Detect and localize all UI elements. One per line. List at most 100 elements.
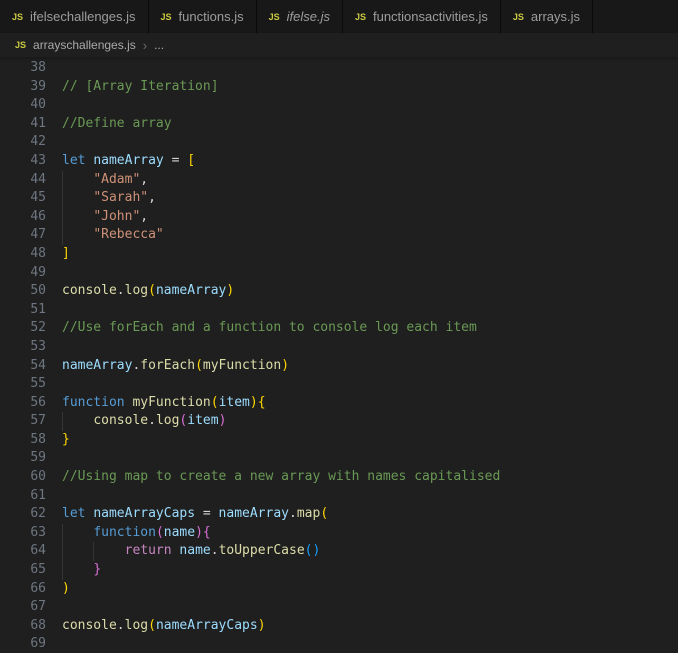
code-token: toUpperCase bbox=[218, 543, 305, 559]
code-line: 48] bbox=[0, 245, 678, 264]
code-content[interactable] bbox=[62, 487, 678, 506]
line-number[interactable]: 40 bbox=[0, 96, 46, 115]
line-number[interactable]: 65 bbox=[0, 561, 46, 580]
code-token: nameArray bbox=[218, 506, 289, 522]
code-content[interactable]: //Using map to create a new array with n… bbox=[62, 468, 678, 487]
line-number[interactable]: 59 bbox=[0, 449, 46, 468]
line-number[interactable]: 67 bbox=[0, 598, 46, 617]
code-content[interactable]: } bbox=[62, 431, 678, 450]
tab-functions.js[interactable]: JS functions.js bbox=[148, 0, 257, 33]
line-number[interactable]: 54 bbox=[0, 357, 46, 376]
code-line: 52 //Use forEach and a function to consol… bbox=[0, 319, 678, 338]
code-content[interactable]: nameArray.forEach(myFunction) bbox=[62, 357, 678, 376]
code-content[interactable]: "Adam", bbox=[62, 170, 678, 190]
code-content[interactable]: // [Array Iteration] bbox=[62, 78, 678, 97]
code-line: 42 bbox=[0, 133, 678, 152]
code-content[interactable]: console.log(nameArrayCaps) bbox=[62, 617, 678, 636]
line-number[interactable]: 61 bbox=[0, 487, 46, 506]
line-number[interactable]: 50 bbox=[0, 282, 46, 301]
line-number[interactable]: 47 bbox=[0, 226, 46, 245]
code-content[interactable]: //Use forEach and a function to console … bbox=[62, 319, 678, 338]
line-number[interactable]: 58 bbox=[0, 431, 46, 450]
code-token: ( bbox=[148, 283, 156, 299]
code-content[interactable]: "Sarah", bbox=[62, 189, 678, 208]
line-number[interactable]: 53 bbox=[0, 338, 46, 357]
line-number[interactable]: 52 bbox=[0, 319, 46, 338]
code-content[interactable]: } bbox=[62, 561, 678, 580]
line-number[interactable]: 42 bbox=[0, 133, 46, 152]
code-content[interactable]: console.log(nameArray) bbox=[62, 282, 678, 301]
code-content[interactable] bbox=[62, 375, 678, 394]
code-content[interactable] bbox=[62, 301, 678, 320]
code-content[interactable] bbox=[62, 133, 678, 152]
code-token: nameArrayCaps bbox=[93, 506, 196, 522]
code-line: 39 // [Array Iteration] bbox=[0, 78, 678, 97]
code-content[interactable]: return name.toUpperCase() bbox=[62, 542, 678, 562]
code-content[interactable]: ] bbox=[62, 245, 678, 264]
code-token: function bbox=[62, 394, 133, 410]
code-content[interactable]: ) bbox=[62, 580, 678, 599]
code-content[interactable] bbox=[62, 449, 678, 468]
code-content[interactable]: function(name){ bbox=[62, 523, 678, 543]
code-content[interactable] bbox=[62, 598, 678, 617]
code-line: 63 function(name){ bbox=[0, 523, 678, 543]
line-number[interactable]: 56 bbox=[0, 394, 46, 413]
indent-guide bbox=[62, 412, 63, 431]
line-number[interactable]: 51 bbox=[0, 301, 46, 320]
line-number[interactable]: 55 bbox=[0, 375, 46, 394]
line-number[interactable]: 63 bbox=[0, 524, 46, 543]
line-number[interactable]: 57 bbox=[0, 412, 46, 431]
tab-arrays.js[interactable]: JS arrays.js bbox=[500, 0, 594, 33]
indent-guide bbox=[62, 523, 63, 543]
line-number[interactable]: 68 bbox=[0, 617, 46, 636]
code-content[interactable]: //Define array bbox=[62, 115, 678, 134]
line-number[interactable]: 62 bbox=[0, 505, 46, 524]
code-line: 55 bbox=[0, 375, 678, 394]
breadcrumb-file[interactable]: arrayschallenges.js bbox=[33, 38, 136, 52]
code-token: . bbox=[116, 283, 125, 299]
code-content[interactable] bbox=[62, 264, 678, 283]
code-content[interactable]: let nameArray = [ bbox=[62, 152, 678, 171]
line-number[interactable]: 39 bbox=[0, 78, 46, 97]
code-token: name bbox=[179, 543, 211, 559]
line-number[interactable]: 45 bbox=[0, 189, 46, 208]
code-content[interactable]: function myFunction(item){ bbox=[62, 394, 678, 413]
tab-ifelsechallenges.js[interactable]: JS ifelsechallenges.js bbox=[0, 0, 149, 33]
code-content[interactable]: console.log(item) bbox=[62, 412, 678, 431]
line-number[interactable]: 66 bbox=[0, 580, 46, 599]
tab-ifelse.js[interactable]: JS ifelse.js bbox=[256, 0, 343, 33]
code-token: nameArrayCaps bbox=[155, 617, 258, 633]
line-number[interactable]: 46 bbox=[0, 208, 46, 227]
code-token: //Define array bbox=[62, 115, 172, 131]
line-number[interactable]: 64 bbox=[0, 542, 46, 561]
line-number[interactable]: 49 bbox=[0, 264, 46, 283]
code-content[interactable]: "John", bbox=[62, 207, 678, 227]
line-number[interactable]: 41 bbox=[0, 115, 46, 134]
indent-guide bbox=[62, 207, 63, 227]
code-token: item bbox=[187, 413, 219, 429]
vscode-window: JS ifelsechallenges.js JS functions.js JS ife… bbox=[0, 0, 678, 653]
code-editor[interactable]: 38 39 // [Array Iteration] 40 41 //Define arr… bbox=[0, 57, 678, 653]
code-content[interactable] bbox=[62, 96, 678, 115]
code-content[interactable] bbox=[62, 338, 678, 357]
line-number[interactable]: 69 bbox=[0, 635, 46, 653]
code-content[interactable] bbox=[62, 635, 678, 653]
line-number[interactable]: 38 bbox=[0, 59, 46, 78]
code-token: let bbox=[62, 506, 94, 522]
code-content[interactable] bbox=[62, 59, 678, 78]
code-token: . bbox=[210, 543, 219, 559]
breadcrumb-ellipsis[interactable]: ... bbox=[154, 38, 164, 52]
indent-guide bbox=[62, 561, 63, 580]
line-number[interactable]: 43 bbox=[0, 152, 46, 171]
tab-functionsactivities.js[interactable]: JS functionsactivities.js bbox=[342, 0, 501, 33]
line-number[interactable]: 48 bbox=[0, 245, 46, 264]
code-content[interactable]: let nameArrayCaps = nameArray.map( bbox=[62, 505, 678, 524]
line-number[interactable]: 44 bbox=[0, 171, 46, 190]
line-number[interactable]: 60 bbox=[0, 468, 46, 487]
code-token: ) bbox=[249, 394, 258, 410]
code-content[interactable]: "Rebecca" bbox=[62, 226, 678, 245]
code-token: ( bbox=[155, 524, 164, 540]
code-token: log bbox=[124, 617, 149, 633]
